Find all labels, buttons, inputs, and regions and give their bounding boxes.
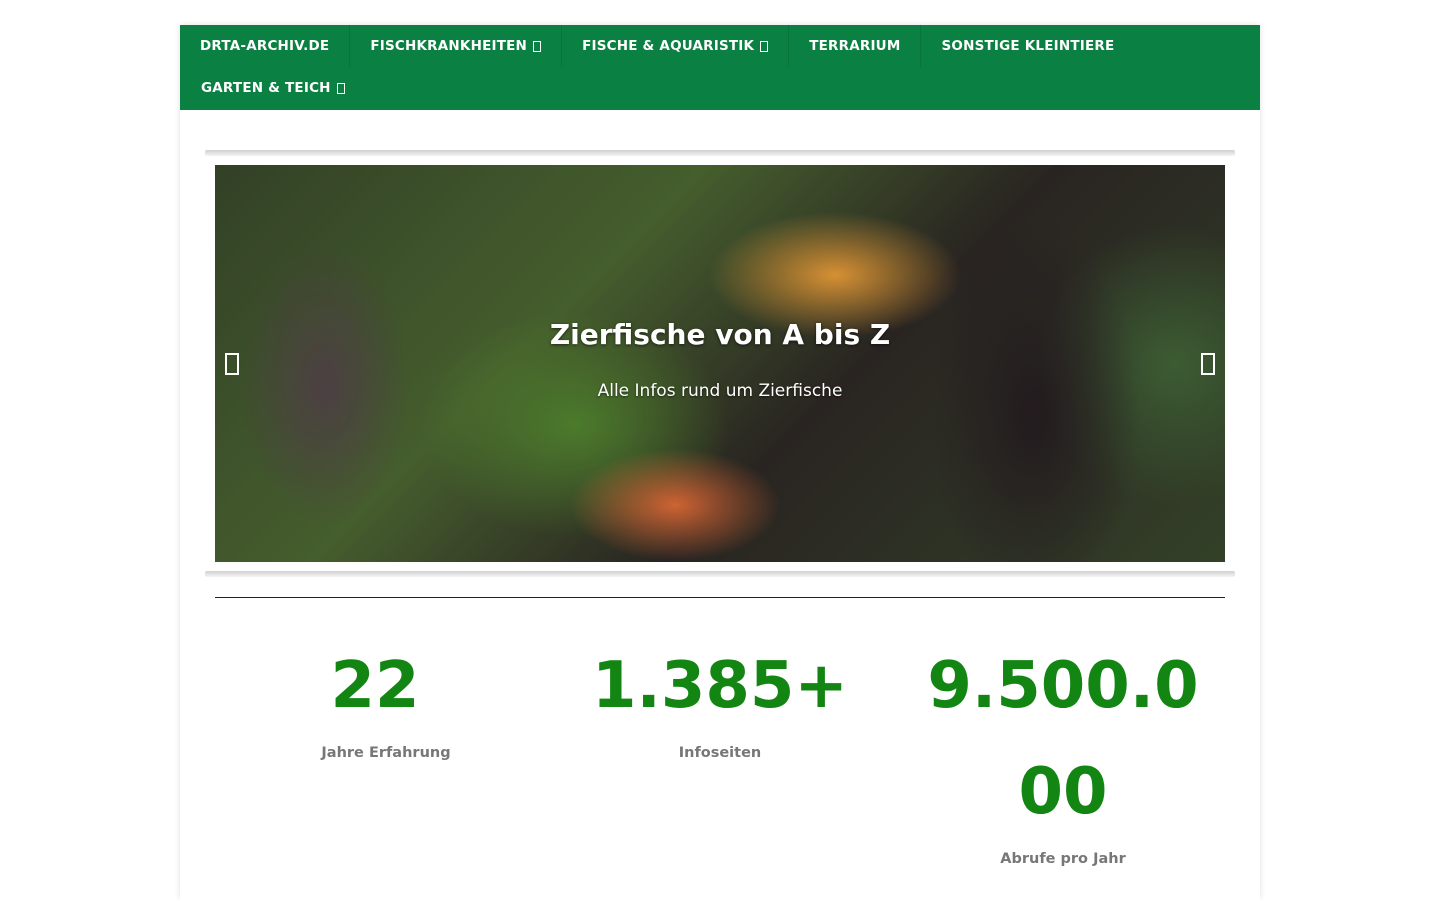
submenu-caret-icon [533,40,542,52]
stat-label: Jahre Erfahrung [321,745,451,761]
slider-bottom-shadow [205,571,1235,577]
hero-slider[interactable]: Zierfische von A bis Z Alle Infos rund u… [215,165,1225,562]
stat-number: 1.385+ [591,649,849,723]
stat-number-line2: 00 [1018,755,1108,829]
stat-infopages: 1.385+ Infoseiten [570,633,870,761]
nav-item-label: FISCHKRANKHEITEN [370,38,528,54]
chevron-right-icon[interactable] [1201,353,1215,375]
slide-title: Zierfische von A bis Z [549,318,891,351]
stat-years: 22 Jahre Erfahrung [275,633,475,761]
slide-subtitle: Alle Infos rund um Zierfische [597,381,843,401]
nav-item-label: DRTA-ARCHIV.DE [200,38,330,54]
main-navigation: DRTA-ARCHIV.DE FISCHKRANKHEITEN FISCHE &… [180,25,1260,110]
nav-item-label: SONSTIGE KLEINTIERE [941,38,1115,54]
slider-top-shadow [205,150,1235,156]
nav-item-terrarium[interactable]: TERRARIUM [789,25,922,67]
section-divider [215,597,1225,598]
nav-row-1: DRTA-ARCHIV.DE FISCHKRANKHEITEN FISCHE &… [180,25,1134,67]
nav-item-sonstige-kleintiere[interactable]: SONSTIGE KLEINTIERE [921,25,1134,67]
nav-item-label: FISCHE & AQUARISTIK [582,38,755,54]
chevron-left-icon[interactable] [225,353,239,375]
nav-item-garten-teich[interactable]: GARTEN & TEICH [180,67,365,109]
nav-item-drta-archiv[interactable]: DRTA-ARCHIV.DE [180,25,351,67]
submenu-caret-icon [336,82,345,94]
submenu-caret-icon [760,40,769,52]
nav-row-2: GARTEN & TEICH [180,67,365,109]
stat-views: 9.500.0 00 Abrufe pro Jahr [898,633,1228,867]
nav-item-fische-aquaristik[interactable]: FISCHE & AQUARISTIK [562,25,790,67]
page-container: DRTA-ARCHIV.DE FISCHKRANKHEITEN FISCHE &… [180,25,1260,900]
nav-item-fischkrankheiten[interactable]: FISCHKRANKHEITEN [350,25,563,67]
stat-label: Infoseiten [678,745,762,761]
stat-number: 22 [330,649,420,723]
stat-number-line1: 9.500.0 [927,649,1199,723]
nav-item-label: GARTEN & TEICH [201,80,331,96]
stat-label: Abrufe pro Jahr [1000,851,1126,867]
nav-item-label: TERRARIUM [809,38,901,54]
